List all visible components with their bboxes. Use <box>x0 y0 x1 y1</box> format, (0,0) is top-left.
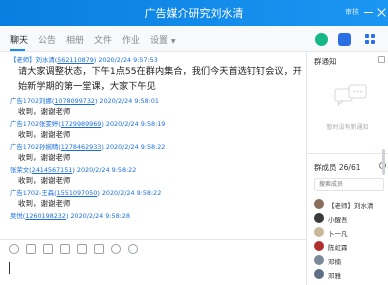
file-icon[interactable] <box>60 244 70 254</box>
avatar <box>314 269 324 279</box>
avatar <box>314 199 324 209</box>
member-name: 邓楠 <box>328 258 341 266</box>
member-name: 邓雅 <box>328 272 341 280</box>
message: 【老师】刘水清(562110879) 2020/2/24 9:57:53 请大家… <box>10 56 306 94</box>
close-icon[interactable] <box>377 8 386 17</box>
sender-id[interactable]: 2414567151 <box>32 166 73 174</box>
tab-chat[interactable]: 聊天 <box>10 33 28 46</box>
chat-history-icon[interactable] <box>94 244 104 254</box>
scissors-icon[interactable] <box>43 244 53 254</box>
sender-id[interactable]: 1551097050 <box>57 189 98 197</box>
sender-id[interactable]: 1278462933 <box>61 143 102 151</box>
image-icon[interactable] <box>77 244 87 254</box>
tab-announcement[interactable]: 公告 <box>38 33 56 46</box>
sender-name[interactable]: 【老师】刘水清 <box>10 56 55 64</box>
message: 张荣文(2414567151) 2020/2/24 9:58:22 收到，谢谢老… <box>10 166 306 188</box>
message-time: 2020/2/24 9:58:28 <box>70 212 130 220</box>
message: 吴悦(1260198232) 2020/2/24 9:58:28 <box>10 212 306 220</box>
message-meta: 广告1702刘娜(1078099732) 2020/2/24 9:58:01 <box>10 97 159 105</box>
title-bar: 广告媒介研究刘水清 审核 <box>0 0 388 26</box>
sender-name[interactable]: 广告1702孙婉晴 <box>10 143 58 151</box>
message-meta: 广告1702-王森(1551097050) 2020/2/24 9:58:22 <box>10 189 162 197</box>
tab-settings-label: 设置 <box>150 36 169 46</box>
notice-title: 群通知 <box>314 57 337 66</box>
message: 广告1702-王森(1551097050) 2020/2/24 9:58:22 … <box>10 189 306 211</box>
member-name: 【老师】刘水清 <box>328 202 374 210</box>
sender-id[interactable]: 1260198232 <box>25 212 66 220</box>
message-meta: 广告1702张雯婷(1729989969) 2020/2/24 9:58:19 <box>10 120 166 128</box>
message-list[interactable]: 【老师】刘水清(562110879) 2020/2/24 9:57:53 请大家… <box>0 52 306 239</box>
mic-icon[interactable] <box>111 244 121 254</box>
message-time: 2020/2/24 9:58:22 <box>101 189 162 197</box>
message-time: 2020/2/24 9:58:22 <box>105 143 166 151</box>
sender-name[interactable]: 广告1702刘娜 <box>10 97 52 105</box>
edit-icon[interactable] <box>378 56 385 63</box>
message-meta: 吴悦(1260198232) 2020/2/24 9:58:28 <box>10 212 130 220</box>
sender-name[interactable]: 吴悦 <box>10 212 23 220</box>
sender-name[interactable]: 广告1702张雯婷 <box>10 120 58 128</box>
tab-album[interactable]: 相册 <box>66 33 84 46</box>
message-text: 请大家调整状态，下午1点55在群内集合，我们今天首选钉钉会议，开始新学期的第一堂… <box>18 66 302 92</box>
tab-files[interactable]: 文件 <box>94 33 112 46</box>
apps-icon[interactable] <box>364 33 379 46</box>
video-icon[interactable] <box>338 33 351 46</box>
empty-notice-illustration <box>334 84 367 107</box>
member-name: 陈虹霖 <box>328 244 348 252</box>
right-panel: 群通知 暂时没有新通知 群成员 26/61 【老师】刘水清 小醒吾 卜一凡 陈虹… <box>307 52 388 285</box>
message-text: 收到，谢谢老师 <box>18 153 71 162</box>
sender-id[interactable]: 562110879 <box>57 56 94 64</box>
message-time: 2020/2/24 9:58:19 <box>105 120 166 128</box>
text-input[interactable] <box>9 262 10 274</box>
message-text: 收到，谢谢老师 <box>18 176 71 185</box>
active-tab-indicator <box>10 49 25 51</box>
message-meta: 【老师】刘水清(562110879) 2020/2/24 9:57:53 <box>10 56 158 64</box>
message: 广告1702张雯婷(1729989969) 2020/2/24 9:58:19 … <box>10 120 306 142</box>
more-icon[interactable] <box>128 244 138 254</box>
minimize-icon[interactable] <box>364 8 373 13</box>
message: 广告1702刘娜(1078099732) 2020/2/24 9:58:01 收… <box>10 97 306 119</box>
panel-divider <box>307 153 388 154</box>
tab-bar: 聊天 公告 相册 文件 作业 设置 ▼ <box>0 26 388 52</box>
message-text: 收到，谢谢老师 <box>18 107 71 116</box>
message-meta: 张荣文(2414567151) 2020/2/24 9:58:22 <box>10 166 137 174</box>
phone-icon[interactable] <box>315 33 328 46</box>
composer <box>0 240 306 285</box>
avatar <box>314 213 324 223</box>
sender-id[interactable]: 1078099732 <box>54 97 95 105</box>
message-text: 收到，谢谢老师 <box>18 130 71 139</box>
member-name: 卜一凡 <box>328 230 348 238</box>
message: 广告1702孙婉晴(1278462933) 2020/2/24 9:58:22 … <box>10 143 306 165</box>
sender-name[interactable]: 广告1702-王森 <box>10 189 54 197</box>
member-search-input[interactable] <box>314 178 384 191</box>
member-list-scrollbar[interactable] <box>382 149 385 175</box>
avatar <box>314 227 324 237</box>
window-title: 广告媒介研究刘水清 <box>144 7 244 20</box>
chevron-down-icon: ▼ <box>170 38 176 45</box>
emoji-icon[interactable] <box>9 244 19 254</box>
window-tag[interactable]: 审核 <box>345 7 359 17</box>
message-time: 2020/2/24 9:58:22 <box>76 166 137 174</box>
message-meta: 广告1702孙婉晴(1278462933) 2020/2/24 9:58:22 <box>10 143 166 151</box>
avatar <box>314 241 324 251</box>
tab-settings[interactable]: 设置 ▼ <box>150 33 176 46</box>
member-name: 小醒吾 <box>328 216 348 224</box>
message-time: 2020/2/24 9:58:01 <box>99 97 159 105</box>
avatar <box>314 255 324 265</box>
sender-name[interactable]: 张荣文 <box>10 166 29 174</box>
notice-empty-text: 暂时没有新通知 <box>326 124 369 131</box>
gif-icon[interactable] <box>26 244 36 254</box>
members-title: 群成员 26/61 <box>314 163 361 172</box>
sender-id[interactable]: 1729989969 <box>61 120 102 128</box>
message-text: 收到，谢谢老师 <box>18 199 71 208</box>
message-time: 2020/2/24 9:57:53 <box>98 56 158 64</box>
tab-homework[interactable]: 作业 <box>122 33 140 46</box>
